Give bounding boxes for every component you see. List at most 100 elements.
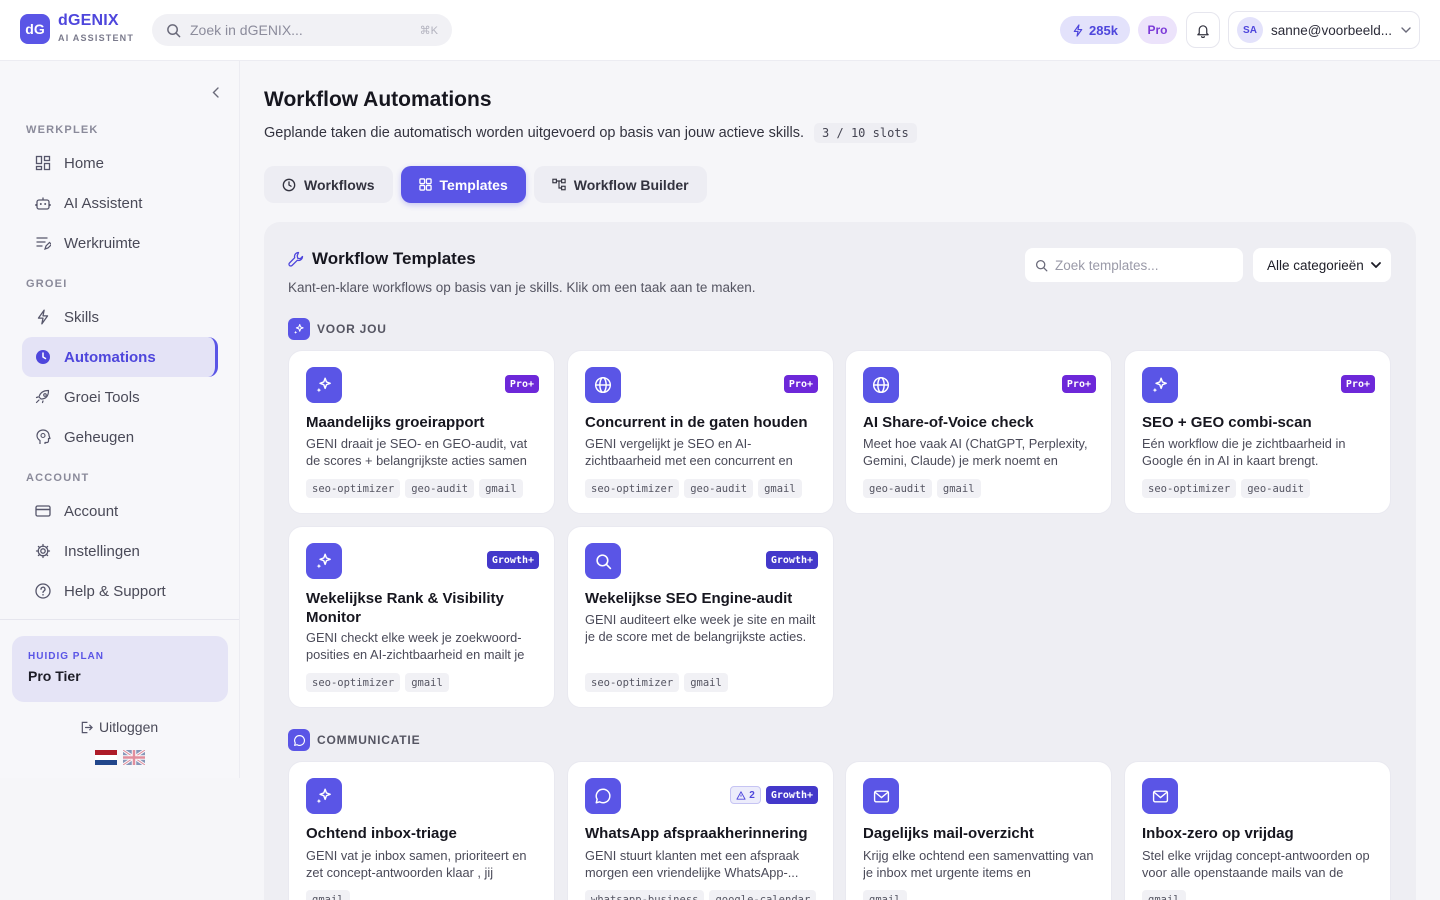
sparkles-icon	[288, 318, 310, 340]
sidebar-item-instellingen[interactable]: Instellingen	[22, 531, 217, 571]
search-placeholder: Zoek in dGENIX...	[190, 22, 303, 38]
tab-label: Workflow Builder	[573, 176, 689, 193]
sidebar-item-label: Automations	[64, 348, 156, 366]
skill-chip: gmail	[306, 890, 350, 900]
skill-chips: seo-optimizer geo-audit gmail	[306, 479, 523, 498]
top-bar: dG dGENIX AI ASSISTENT Zoek in dGENIX...…	[0, 0, 1440, 61]
skill-chips: whatsapp-business google-calendar	[585, 890, 817, 900]
sidebar-item-label: Groei Tools	[64, 388, 140, 406]
skill-chips: seo-optimizer gmail	[585, 673, 728, 692]
sidebar-item-account[interactable]: Account	[22, 491, 217, 531]
plan-requirement-badge: Pro+	[1061, 375, 1096, 393]
tab-workflow-builder[interactable]: Workflow Builder	[533, 166, 707, 203]
language-switcher	[95, 750, 145, 765]
clock-icon	[282, 178, 296, 192]
sidebar-item-label: Home	[64, 154, 105, 172]
template-card[interactable]: 2 Growth+ WhatsApp afspraakherinnering G…	[567, 761, 834, 900]
current-plan-card[interactable]: HUIDIG PLAN Pro Tier	[12, 636, 228, 702]
tab-workflows[interactable]: Workflows	[264, 166, 393, 203]
skill-chip: seo-optimizer	[1142, 479, 1237, 498]
bell-icon	[1196, 23, 1210, 38]
mail-icon	[863, 778, 899, 814]
avatar: SA	[1237, 17, 1263, 43]
credits-badge[interactable]: 285k	[1060, 16, 1130, 44]
plan-value: Pro Tier	[28, 668, 81, 684]
template-card[interactable]: Dagelijks mail-overzicht Krijg elke ocht…	[845, 761, 1112, 900]
category-header-voor-jou: VOOR JOU	[288, 318, 387, 340]
template-card[interactable]: Pro+ Concurrent in de gaten houden GENI …	[567, 350, 834, 514]
edit-list-icon	[35, 235, 51, 251]
template-search-input[interactable]: Zoek templates...	[1025, 248, 1243, 282]
plan-requirement-badge: Growth+	[765, 786, 818, 804]
user-menu[interactable]: SA sanne@voorbeeld...	[1228, 11, 1420, 49]
template-title: Dagelijks mail-overzicht	[863, 825, 1034, 842]
skill-chip: whatsapp-business	[585, 890, 705, 900]
template-card[interactable]: Growth+ Wekelijkse Rank & Visibility Mon…	[288, 526, 555, 708]
template-title: Wekelijkse SEO Engine-audit	[585, 590, 793, 607]
uk-flag-icon[interactable]	[123, 750, 145, 765]
skill-chip: geo-audit	[1241, 479, 1311, 498]
template-title: Concurrent in de gaten houden	[585, 414, 808, 431]
template-card[interactable]: Pro+ Maandelijks groeirapport GENI draai…	[288, 350, 555, 514]
skill-chips: gmail	[1142, 890, 1186, 900]
sidebar-item-werkruimte[interactable]: Werkruimte	[22, 223, 217, 263]
template-description: GENI auditeert elke week je site en mail…	[585, 612, 816, 644]
template-card[interactable]: Growth+ Wekelijkse SEO Engine-audit GENI…	[567, 526, 834, 708]
template-description: Eén workflow die je zichtbaarheid in Goo…	[1142, 436, 1346, 468]
panel-title: Workflow Templates	[288, 249, 476, 269]
collapse-sidebar-button[interactable]	[206, 83, 224, 101]
dutch-flag-icon[interactable]	[95, 750, 117, 765]
brand-subtitle: AI ASSISTENT	[58, 33, 135, 43]
tab-templates[interactable]: Templates	[400, 166, 526, 203]
sidebar-item-automations[interactable]: Automations	[22, 337, 218, 377]
sidebar-item-groei-tools[interactable]: Groei Tools	[22, 377, 217, 417]
sidebar-item-home[interactable]: Home	[22, 143, 217, 183]
lightning-icon	[35, 309, 51, 325]
template-card[interactable]: Pro+ AI Share-of-Voice check Meet hoe va…	[845, 350, 1112, 514]
section-label-account: ACCOUNT	[26, 472, 90, 484]
user-email: sanne@voorbeeld...	[1271, 22, 1393, 38]
template-title: SEO + GEO combi-scan	[1142, 414, 1312, 431]
sparkles-icon	[1142, 367, 1178, 403]
warning-count: 2	[749, 789, 755, 801]
sidebar-item-skills[interactable]: Skills	[22, 297, 217, 337]
sidebar-item-geheugen[interactable]: Geheugen	[22, 417, 217, 457]
warning-triangle-icon	[736, 790, 746, 800]
grid-icon	[418, 178, 432, 191]
template-card[interactable]: Ochtend inbox-triage GENI vat je inbox s…	[288, 761, 555, 900]
skill-chips: geo-audit gmail	[863, 479, 981, 498]
warning-badge[interactable]: 2	[730, 786, 761, 804]
skill-chip: gmail	[936, 479, 981, 498]
sidebar-item-ai-assistent[interactable]: AI Assistent	[22, 183, 217, 223]
sidebar-item-label: Geheugen	[64, 428, 135, 446]
global-search-input[interactable]: Zoek in dGENIX... ⌘K	[152, 14, 452, 46]
sidebar: WERKPLEK Home AI Assistent Werkruimte GR…	[0, 61, 240, 778]
skill-chip: geo-audit	[863, 479, 932, 498]
wrench-icon	[288, 251, 304, 267]
app-logo[interactable]: dG	[20, 14, 50, 44]
help-circle-icon	[35, 583, 51, 599]
category-select[interactable]: Alle categorieën	[1253, 248, 1391, 282]
skill-chip: geo-audit	[405, 479, 475, 498]
credit-card-icon	[35, 503, 51, 519]
template-card[interactable]: Inbox-zero op vrijdag Stel elke vrijdag …	[1124, 761, 1391, 900]
template-title: Inbox-zero op vrijdag	[1142, 825, 1294, 842]
tab-label: Templates	[439, 176, 508, 193]
plan-requirement-badge: Pro+	[1340, 375, 1375, 393]
template-description: GENI vat je inbox samen, prioriteert en …	[306, 848, 527, 880]
logout-button[interactable]: Uitloggen	[80, 719, 158, 735]
skill-chips: seo-optimizer geo-audit	[1142, 479, 1311, 498]
plan-badge[interactable]: Pro	[1138, 16, 1177, 44]
template-description: GENI vergelijkt je SEO en AI-zichtbaarhe…	[585, 436, 793, 468]
gear-icon	[35, 543, 51, 559]
clock-icon	[35, 349, 51, 365]
sidebar-item-help-support[interactable]: Help & Support	[22, 571, 217, 611]
lightning-icon	[1072, 23, 1084, 37]
sidebar-item-label: Werkruimte	[64, 234, 141, 252]
notifications-button[interactable]	[1186, 12, 1220, 48]
skill-chip: seo-optimizer	[585, 479, 680, 498]
section-label-werkplek: WERKPLEK	[26, 124, 99, 136]
template-card[interactable]: Pro+ SEO + GEO combi-scan Eén workflow d…	[1124, 350, 1391, 514]
globe-icon	[585, 367, 621, 403]
panel-subtitle: Kant-en-klare workflows op basis van je …	[288, 280, 756, 295]
